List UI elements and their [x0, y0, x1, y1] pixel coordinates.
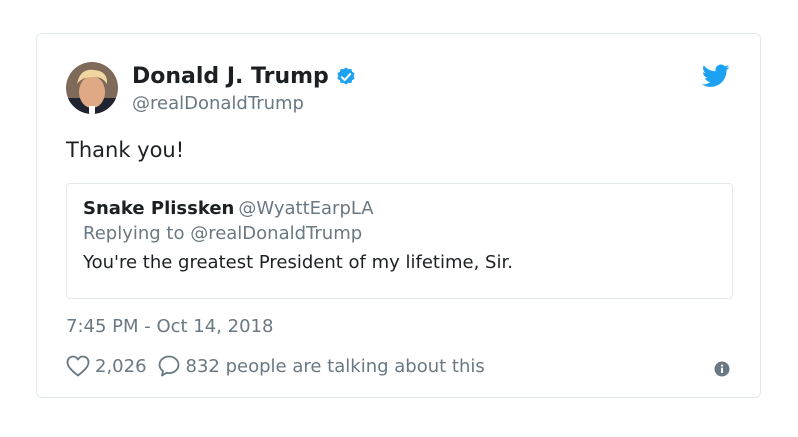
- author-avatar[interactable]: [66, 62, 118, 114]
- quoted-tweet[interactable]: Snake Plissken @WyattEarpLA Replying to @…: [66, 183, 733, 299]
- conversation-link[interactable]: 832 people are talking about this: [157, 354, 485, 378]
- info-icon[interactable]: [714, 361, 730, 381]
- like-button[interactable]: 2,026: [66, 355, 147, 377]
- twitter-bird-icon[interactable]: [701, 64, 730, 92]
- like-count: 2,026: [95, 355, 147, 377]
- quoted-author-name[interactable]: Snake Plissken: [83, 198, 234, 219]
- speech-bubble-icon: [158, 355, 179, 377]
- quoted-reply-context: Replying to @realDonaldTrump: [83, 223, 363, 244]
- tweet-card[interactable]: Donald J. Trump @realDonaldTrump Thank y…: [36, 33, 761, 398]
- quoted-tweet-header: Snake Plissken @WyattEarpLA: [83, 197, 732, 221]
- verified-badge-icon: [335, 66, 357, 88]
- tweet-text: Thank you!: [66, 138, 185, 162]
- author-name-text: Donald J. Trump: [132, 64, 329, 89]
- quoted-tweet-text: You're the greatest President of my life…: [83, 252, 513, 273]
- author-name[interactable]: Donald J. Trump: [132, 64, 357, 89]
- quoted-author-handle[interactable]: @WyattEarpLA: [238, 198, 373, 219]
- tweet-actions: 2,026 832 people are talking about this: [66, 354, 485, 378]
- conversation-text: 832 people are talking about this: [185, 355, 485, 377]
- author-handle[interactable]: @realDonaldTrump: [132, 93, 304, 114]
- tweet-timestamp[interactable]: 7:45 PM - Oct 14, 2018: [66, 316, 273, 337]
- heart-icon: [66, 355, 90, 377]
